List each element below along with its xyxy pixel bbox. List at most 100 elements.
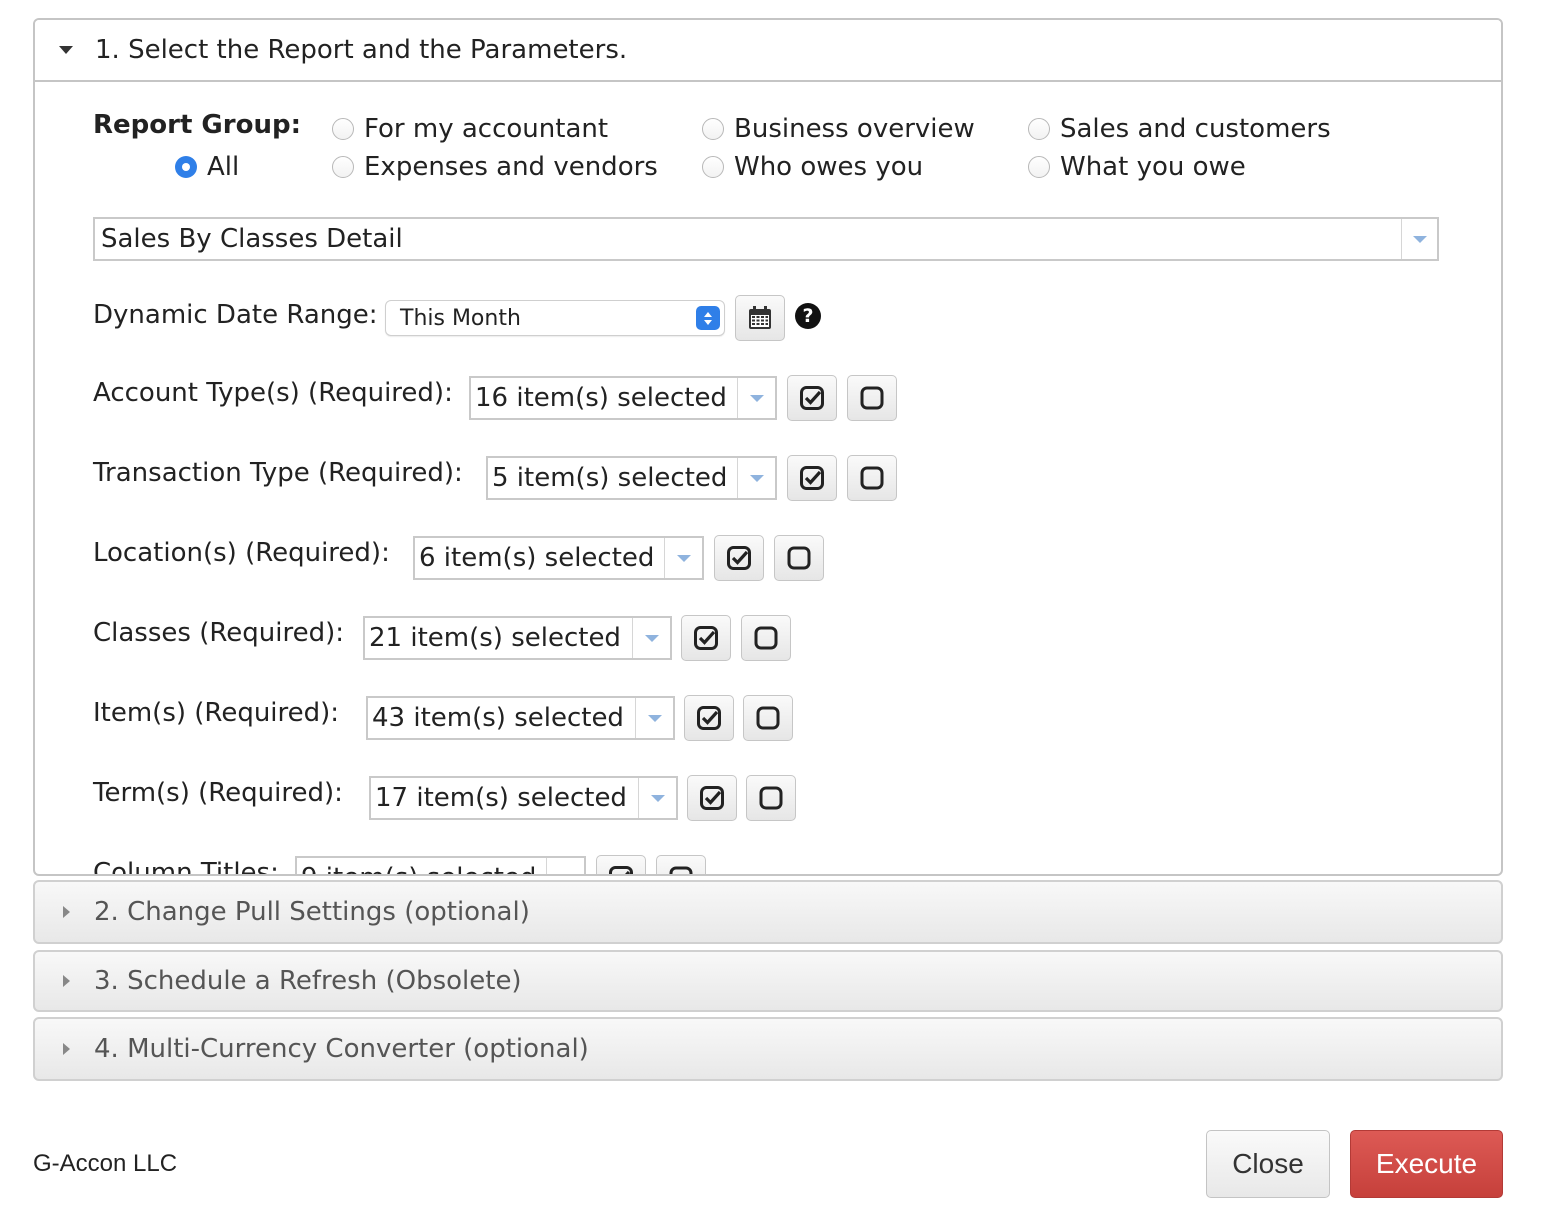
- column-titles-check-all-button[interactable]: [596, 855, 646, 874]
- radio-label: Sales and customers: [1060, 114, 1331, 144]
- terms-check-all-button[interactable]: [687, 775, 737, 821]
- help-icon[interactable]: ?: [795, 303, 821, 329]
- report-group-label: Report Group:: [93, 110, 301, 140]
- filter-label-items: Item(s) (Required):: [93, 698, 340, 728]
- radio-icon: [702, 118, 724, 140]
- dropdown-toggle[interactable]: [635, 698, 673, 738]
- account-type-check-all-button[interactable]: [787, 375, 837, 421]
- triangle-right-icon: [63, 975, 70, 987]
- multiselect-value: 43 item(s) selected: [372, 703, 624, 733]
- check-all-icon: [694, 626, 718, 650]
- execute-button[interactable]: Execute: [1350, 1130, 1503, 1198]
- dropdown-arrow-icon: [749, 394, 764, 402]
- multiselect-value: 17 item(s) selected: [375, 783, 627, 813]
- transaction-type-uncheck-all-button[interactable]: [847, 455, 897, 501]
- items-check-all-button[interactable]: [684, 695, 734, 741]
- dropdown-arrow-icon: [749, 474, 764, 482]
- section-select-report: 1. Select the Report and the Parameters.…: [33, 18, 1503, 876]
- uncheck-all-icon: [669, 866, 693, 874]
- dropdown-arrow-icon: [650, 794, 665, 802]
- location-multiselect[interactable]: 6 item(s) selected: [413, 536, 704, 580]
- location-check-all-button[interactable]: [714, 535, 764, 581]
- multiselect-value: 5 item(s) selected: [492, 463, 728, 493]
- radio-icon: [702, 156, 724, 178]
- radio-business-overview[interactable]: Business overview: [702, 114, 975, 144]
- dropdown-toggle[interactable]: [664, 538, 702, 578]
- column-titles-multiselect[interactable]: 9 item(s) selected: [295, 856, 586, 874]
- dropdown-toggle[interactable]: [737, 378, 775, 418]
- select-stepper-icon: [696, 306, 720, 330]
- account-type-uncheck-all-button[interactable]: [847, 375, 897, 421]
- company-name: G-Accon LLC: [33, 1150, 178, 1177]
- radio-expenses-and-vendors[interactable]: Expenses and vendors: [332, 152, 658, 182]
- radio-label: All: [207, 152, 240, 182]
- radio-label: For my accountant: [364, 114, 609, 144]
- section-header-2[interactable]: 2. Change Pull Settings (optional): [33, 880, 1503, 944]
- radio-selected-icon: [175, 156, 197, 178]
- filter-label-account-type: Account Type(s) (Required):: [93, 378, 453, 408]
- check-all-icon: [700, 786, 724, 810]
- filter-label-terms: Term(s) (Required):: [93, 778, 343, 808]
- filter-label-classes: Classes (Required):: [93, 618, 344, 648]
- classes-uncheck-all-button[interactable]: [741, 615, 791, 661]
- transaction-type-check-all-button[interactable]: [787, 455, 837, 501]
- date-range-select[interactable]: This Month: [385, 300, 725, 336]
- radio-label: Who owes you: [734, 152, 924, 182]
- dropdown-toggle[interactable]: [546, 858, 584, 874]
- items-uncheck-all-button[interactable]: [743, 695, 793, 741]
- multiselect-value: 16 item(s) selected: [475, 383, 727, 413]
- report-select[interactable]: Sales By Classes Detail: [93, 217, 1439, 261]
- account-type-multiselect[interactable]: 16 item(s) selected: [469, 376, 777, 420]
- date-range-value: This Month: [400, 305, 521, 331]
- items-multiselect[interactable]: 43 item(s) selected: [366, 696, 675, 740]
- section-header-3[interactable]: 3. Schedule a Refresh (Obsolete): [33, 950, 1503, 1012]
- calendar-button[interactable]: [735, 295, 785, 341]
- multiselect-value: 21 item(s) selected: [369, 623, 621, 653]
- date-range-label: Dynamic Date Range:: [93, 300, 378, 330]
- radio-who-owes-you[interactable]: Who owes you: [702, 152, 923, 182]
- dropdown-arrow-icon: [676, 554, 691, 562]
- section-title-2: 2. Change Pull Settings (optional): [94, 897, 530, 927]
- uncheck-all-icon: [759, 786, 783, 810]
- dropdown-toggle[interactable]: [638, 778, 676, 818]
- section-header-4[interactable]: 4. Multi-Currency Converter (optional): [33, 1017, 1503, 1081]
- radio-for-my-accountant[interactable]: For my accountant: [332, 114, 608, 144]
- section-header-1[interactable]: 1. Select the Report and the Parameters.: [35, 20, 1501, 82]
- uncheck-all-icon: [754, 626, 778, 650]
- multiselect-value: 9 item(s) selected: [301, 863, 536, 874]
- triangle-right-icon: [63, 906, 70, 918]
- triangle-down-icon: [59, 46, 73, 54]
- section-title-1: 1. Select the Report and the Parameters.: [95, 35, 628, 65]
- radio-what-you-owe[interactable]: What you owe: [1028, 152, 1246, 182]
- radio-icon: [1028, 156, 1050, 178]
- column-titles-uncheck-all-button[interactable]: [656, 855, 706, 874]
- dropdown-arrow-icon: [644, 634, 659, 642]
- filter-label-transaction-type: Transaction Type (Required):: [93, 458, 463, 488]
- classes-multiselect[interactable]: 21 item(s) selected: [363, 616, 672, 660]
- dropdown-toggle[interactable]: [1401, 219, 1437, 259]
- section-title-3: 3. Schedule a Refresh (Obsolete): [94, 966, 522, 996]
- filter-label-column-titles: Column Titles:: [93, 858, 279, 876]
- terms-multiselect[interactable]: 17 item(s) selected: [369, 776, 678, 820]
- uncheck-all-icon: [756, 706, 780, 730]
- terms-uncheck-all-button[interactable]: [746, 775, 796, 821]
- uncheck-all-icon: [860, 386, 884, 410]
- radio-label: Business overview: [734, 114, 975, 144]
- report-select-value: Sales By Classes Detail: [101, 224, 403, 254]
- check-all-icon: [800, 386, 824, 410]
- radio-all[interactable]: All: [175, 152, 239, 182]
- uncheck-all-icon: [787, 546, 811, 570]
- section-title-4: 4. Multi-Currency Converter (optional): [94, 1034, 589, 1064]
- transaction-type-multiselect[interactable]: 5 item(s) selected: [486, 456, 777, 500]
- classes-check-all-button[interactable]: [681, 615, 731, 661]
- dropdown-toggle[interactable]: [632, 618, 670, 658]
- radio-icon: [332, 118, 354, 140]
- location-uncheck-all-button[interactable]: [774, 535, 824, 581]
- radio-label: Expenses and vendors: [364, 152, 658, 182]
- check-all-icon: [727, 546, 751, 570]
- multiselect-value: 6 item(s) selected: [419, 543, 655, 573]
- triangle-right-icon: [63, 1043, 70, 1055]
- close-button[interactable]: Close: [1206, 1130, 1330, 1198]
- radio-sales-and-customers[interactable]: Sales and customers: [1028, 114, 1331, 144]
- dropdown-toggle[interactable]: [737, 458, 775, 498]
